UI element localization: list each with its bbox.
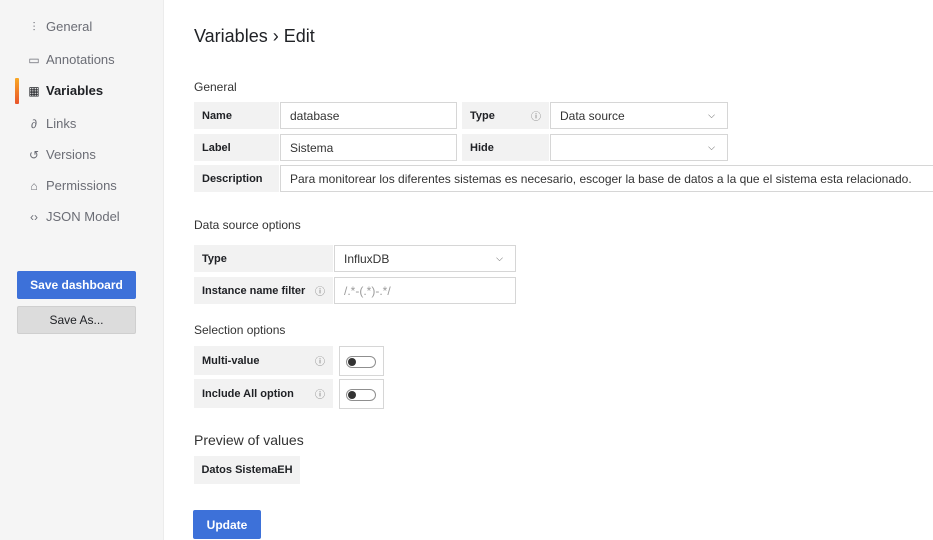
description-label: Description <box>194 165 279 192</box>
info-icon[interactable]: ⓘ <box>315 386 325 401</box>
label-label: Label <box>194 134 279 161</box>
type-select[interactable]: Data source ⌵ <box>550 102 728 129</box>
multi-value-toggle[interactable] <box>346 356 376 368</box>
info-icon[interactable]: ⓘ <box>531 108 541 123</box>
selection-heading: Selection options <box>194 323 286 337</box>
sidebar-item-general[interactable]: ⫶ General <box>27 17 92 37</box>
sidebar-item-versions[interactable]: ↺ Versions <box>27 145 96 165</box>
active-indicator <box>15 78 19 104</box>
sidebar-item-annotations[interactable]: ▭ Annotations <box>27 50 115 70</box>
datasource-type-value: InfluxDB <box>344 251 390 266</box>
history-icon: ↺ <box>28 148 40 162</box>
update-button[interactable]: Update <box>193 510 261 539</box>
toggle-knob <box>348 358 356 366</box>
sidebar-item-label: Annotations <box>46 52 115 67</box>
instance-filter-label-text: Instance name filter <box>202 284 306 297</box>
link-icon: ∂ <box>31 117 37 131</box>
sidebar-item-json-model[interactable]: ‹› JSON Model <box>27 207 120 227</box>
label-input[interactable]: Sistema <box>280 134 457 161</box>
save-dashboard-button[interactable]: Save dashboard <box>17 271 136 299</box>
chevron-down-icon: ⌵ <box>496 253 503 263</box>
type-label-text: Type <box>470 109 495 122</box>
multi-value-label: Multi-value ⓘ <box>194 346 333 375</box>
preview-value-chip: Datos SistemaEH <box>194 456 300 484</box>
instance-filter-input[interactable]: /.*-(.*)-.*/ <box>334 277 516 304</box>
sidebar-item-permissions[interactable]: ⌂ Permissions <box>27 176 117 196</box>
instance-filter-label: Instance name filter ⓘ <box>194 277 333 304</box>
sidebar-item-label: Variables <box>46 83 104 98</box>
chevron-down-icon: ⌵ <box>708 110 715 120</box>
settings-sidebar: ⫶ General ▭ Annotations ▦ Variables ∂ Li… <box>0 0 164 540</box>
datasource-heading: Data source options <box>194 218 301 232</box>
name-label: Name <box>194 102 279 129</box>
sidebar-item-variables[interactable]: ▦ Variables <box>27 81 103 101</box>
save-as-button[interactable]: Save As... <box>17 306 136 334</box>
page-title: Variables › Edit <box>194 26 315 46</box>
code-icon: ‹› <box>30 210 38 224</box>
description-input[interactable]: Para monitorear los diferentes sistemas … <box>280 165 933 192</box>
datasource-type-label: Type <box>194 245 333 272</box>
sidebar-item-label: Links <box>46 116 77 131</box>
sidebar-item-label: Versions <box>46 147 96 162</box>
hide-label: Hide <box>462 134 549 161</box>
include-all-toggle-box <box>339 379 384 409</box>
info-icon[interactable]: ⓘ <box>315 283 325 298</box>
lock-icon: ⌂ <box>30 179 38 193</box>
sidebar-item-links[interactable]: ∂ Links <box>27 114 76 134</box>
sliders-icon: ⫶ <box>32 20 36 34</box>
comment-icon: ▭ <box>28 53 40 67</box>
include-all-label-text: Include All option <box>202 387 294 400</box>
hide-select[interactable]: ⌵ <box>550 134 728 161</box>
include-all-toggle[interactable] <box>346 389 376 401</box>
toggle-knob <box>348 391 356 399</box>
datasource-type-select[interactable]: InfluxDB ⌵ <box>334 245 516 272</box>
include-all-label: Include All option ⓘ <box>194 379 333 408</box>
chevron-down-icon: ⌵ <box>708 142 715 152</box>
info-icon[interactable]: ⓘ <box>315 353 325 368</box>
sidebar-item-label: Permissions <box>46 178 117 193</box>
multi-value-label-text: Multi-value <box>202 354 260 367</box>
calculator-icon: ▦ <box>28 84 40 98</box>
preview-heading: Preview of values <box>194 432 304 448</box>
type-label: Type ⓘ <box>462 102 549 129</box>
sidebar-item-label: General <box>46 19 93 34</box>
multi-value-toggle-box <box>339 346 384 376</box>
sidebar-item-label: JSON Model <box>46 209 120 224</box>
type-select-value: Data source <box>560 108 625 123</box>
name-input[interactable]: database <box>280 102 457 129</box>
general-heading: General <box>194 80 237 94</box>
